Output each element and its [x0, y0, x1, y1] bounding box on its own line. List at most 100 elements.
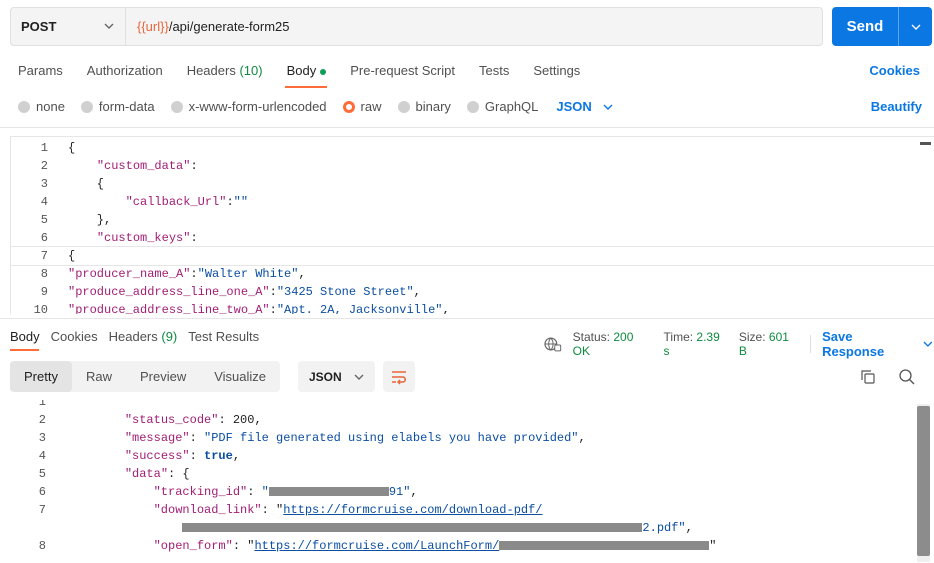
line-text: "produce_address_line_two_A":"Apt. 2A, J…	[68, 303, 450, 314]
response-line: 2.pdf",	[10, 519, 915, 537]
json-boolean: true	[204, 449, 233, 463]
line-text: "custom_keys":	[96, 231, 198, 245]
radio-graphql[interactable]: GraphQL	[466, 99, 538, 114]
tab-tests[interactable]: Tests	[479, 63, 509, 81]
response-line: 5 "data": {	[10, 465, 915, 483]
request-tabs: Params Authorization Headers (10) Body P…	[18, 63, 580, 81]
response-format-select[interactable]: JSON	[298, 361, 375, 392]
line-text: },	[68, 213, 112, 227]
resp-tab-headers[interactable]: Headers (9)	[109, 329, 178, 344]
tab-headers[interactable]: Headers (10)	[187, 63, 263, 81]
request-url-bar: POST {{url}}/api/generate-form25	[10, 7, 823, 46]
radio-form-data[interactable]: form-data	[80, 99, 155, 114]
view-preview[interactable]: Preview	[126, 361, 200, 392]
line-text: ​	[96, 400, 915, 411]
resp-tab-cookies[interactable]: Cookies	[51, 329, 98, 344]
line-text: "message": "PDF file generated using ela…	[124, 431, 586, 445]
radio-icon	[18, 100, 30, 113]
send-button[interactable]: Send	[832, 7, 932, 46]
radio-binary[interactable]: binary	[397, 99, 451, 114]
search-icon[interactable]	[898, 368, 916, 386]
tab-body-label: Body	[286, 63, 317, 78]
line-number: 7	[38, 503, 46, 517]
headers-count: (10)	[239, 63, 263, 78]
radio-none[interactable]: none	[18, 99, 65, 114]
send-label: Send	[832, 7, 899, 46]
tab-authorization[interactable]: Authorization	[87, 63, 163, 81]
line-text: "success": true,	[124, 449, 241, 463]
response-line: 1​	[10, 400, 915, 411]
response-body-viewer[interactable]: 1​ 2 "status_code": 200, 3 "message": "P…	[10, 400, 934, 563]
resp-tab-body[interactable]: Body	[10, 329, 40, 344]
chevron-down-icon	[923, 341, 933, 347]
resp-tab-headers-label: Headers	[108, 329, 158, 344]
response-scrollbar-thumb[interactable]	[917, 406, 930, 556]
line-number: 2	[38, 413, 46, 427]
view-visualize[interactable]: Visualize	[200, 361, 280, 392]
copy-icon[interactable]	[859, 368, 877, 386]
line-number	[10, 519, 46, 537]
line-number: 8	[40, 267, 48, 281]
editor-scroll-handle[interactable]	[920, 142, 931, 145]
status-info[interactable]: Status: 200 OK	[573, 330, 653, 358]
line-number: 1	[40, 141, 48, 155]
tab-params[interactable]: Params	[18, 63, 63, 81]
globe-network-icon[interactable]	[544, 336, 562, 352]
line-number: 5	[40, 213, 48, 227]
send-dropdown[interactable]	[899, 7, 932, 46]
radio-binary-label: binary	[415, 99, 451, 114]
size-info[interactable]: Size: 601 B	[739, 330, 799, 358]
resp-tab-test-results[interactable]: Test Results	[188, 329, 259, 344]
cookies-link[interactable]: Cookies	[869, 63, 920, 78]
editor-line: 10 "produce_address_line_two_A":"Apt. 2A,…	[11, 301, 934, 314]
json-key: "status_code"	[124, 413, 219, 427]
line-text: "open_form": "https://formcruise.com/Lau…	[153, 539, 717, 553]
radio-icon	[466, 100, 479, 113]
line-text: "callback_Url":""	[125, 195, 249, 209]
json-key: "tracking_id"	[153, 485, 248, 499]
active-tab-indicator	[285, 86, 327, 88]
open-form-link[interactable]: https://formcruise.com/LaunchForm/	[254, 539, 499, 553]
body-language-label: JSON	[556, 99, 592, 114]
divider	[0, 127, 934, 128]
body-type-options: none form-data x-www-form-urlencoded raw…	[18, 99, 614, 114]
editor-line: 9 "produce_address_line_one_A":"3425 Ston…	[11, 283, 934, 301]
download-link[interactable]: https://formcruise.com/download-pdf/	[283, 503, 542, 517]
wrap-lines-button[interactable]	[383, 361, 415, 392]
view-raw[interactable]: Raw	[72, 361, 126, 392]
method-select[interactable]: POST	[11, 8, 126, 45]
beautify-button[interactable]: Beautify	[871, 99, 922, 114]
request-body-editor[interactable]: 1{2 "custom_data": 3 {4 "callback_Url":""…	[10, 136, 934, 314]
redaction-mark	[499, 541, 710, 551]
line-text: {	[68, 141, 76, 155]
url-input[interactable]: {{url}}/api/generate-form25	[126, 8, 822, 45]
radio-raw-label: raw	[360, 99, 382, 114]
body-language-select[interactable]: JSON	[556, 99, 613, 114]
response-line: 6 "tracking_id": " 91",	[10, 483, 915, 501]
radio-none-label: none	[36, 99, 65, 114]
divider	[810, 335, 812, 353]
time-info[interactable]: Time: 2.39 s	[664, 330, 728, 358]
chevron-down-icon	[354, 374, 364, 380]
line-text: "download_link": "https://formcruise.com…	[153, 503, 543, 517]
json-key: "download_link"	[153, 503, 262, 517]
line-number: 3	[40, 177, 48, 191]
radio-icon	[397, 100, 410, 113]
modified-dot-icon	[320, 68, 327, 75]
tab-body[interactable]: Body	[287, 63, 327, 81]
tab-settings[interactable]: Settings	[533, 63, 580, 81]
method-label: POST	[21, 19, 57, 34]
line-text: "produce_address_line_one_A":"3425 Stone…	[68, 285, 421, 299]
response-status-area: Status: 200 OK Time: 2.39 s Size: 601 B …	[544, 329, 934, 359]
line-number: 6	[38, 485, 46, 499]
radio-urlencoded[interactable]: x-www-form-urlencoded	[170, 99, 327, 114]
view-pretty[interactable]: Pretty	[10, 361, 72, 392]
editor-line: 3 {	[11, 175, 934, 193]
save-response-button[interactable]: Save Response	[822, 329, 934, 359]
tab-prerequest-script[interactable]: Pre-request Script	[350, 63, 455, 81]
json-key: "message"	[124, 431, 190, 445]
editor-line: 2 "custom_data":	[11, 157, 934, 175]
response-line: 4 "success": true,	[10, 447, 915, 465]
radio-raw[interactable]: raw	[342, 99, 382, 114]
json-number: 200	[232, 413, 255, 427]
